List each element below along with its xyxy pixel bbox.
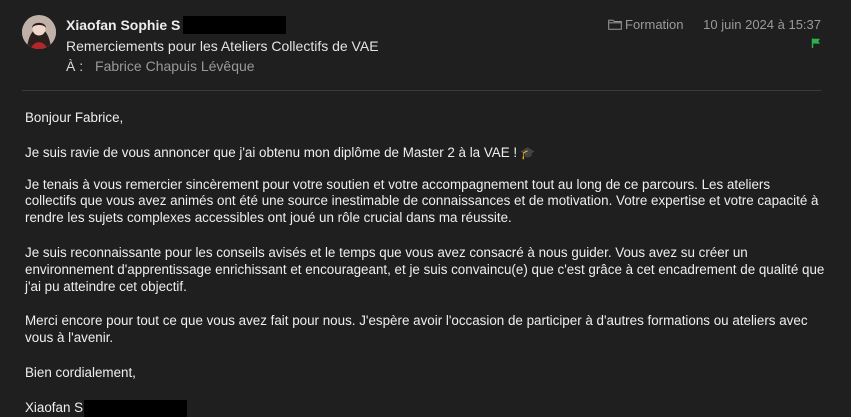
graduation-cap-icon: 🎓 [520, 145, 536, 160]
message-body: Bonjour Fabrice, Je suis ravie de vous a… [25, 110, 825, 417]
signature: Xiaofan S [25, 399, 825, 417]
folder-label[interactable]: Formation [608, 17, 684, 32]
sender-name[interactable]: Xiaofan Sophie S [66, 16, 287, 34]
mail-view: Xiaofan Sophie S Remerciements pour les … [0, 0, 851, 417]
subject: Remerciements pour les Ateliers Collecti… [66, 38, 379, 54]
closing: Bien cordialement, [25, 364, 136, 380]
flag-icon[interactable] [811, 38, 821, 48]
received-date: 10 juin 2024 à 15:37 [703, 17, 821, 32]
signature-text: Xiaofan S [25, 399, 84, 415]
paragraph: Merci encore pour tout ce que vous avez … [25, 313, 808, 346]
recipient-name[interactable]: Fabrice Chapuis Lévêque [95, 58, 255, 74]
header-divider [22, 90, 821, 91]
folder-icon [608, 19, 622, 30]
folder-name: Formation [625, 17, 684, 32]
paragraph: Je suis ravie de vous annoncer que j'ai … [25, 145, 825, 162]
avatar[interactable] [22, 15, 56, 49]
paragraph: Je tenais à vous remercier sincèrement p… [25, 176, 819, 226]
redaction-bar [183, 16, 287, 34]
sender-name-text: Xiaofan Sophie S [66, 17, 181, 33]
redaction-bar [84, 399, 188, 417]
paragraph-text: Je suis ravie de vous annoncer que j'ai … [25, 144, 518, 160]
to-label: À : [66, 58, 84, 74]
greeting: Bonjour Fabrice, [25, 110, 124, 125]
paragraph: Je suis reconnaissante pour les conseils… [25, 244, 825, 294]
recipient-row: À : Fabrice Chapuis Lévêque [66, 58, 255, 74]
